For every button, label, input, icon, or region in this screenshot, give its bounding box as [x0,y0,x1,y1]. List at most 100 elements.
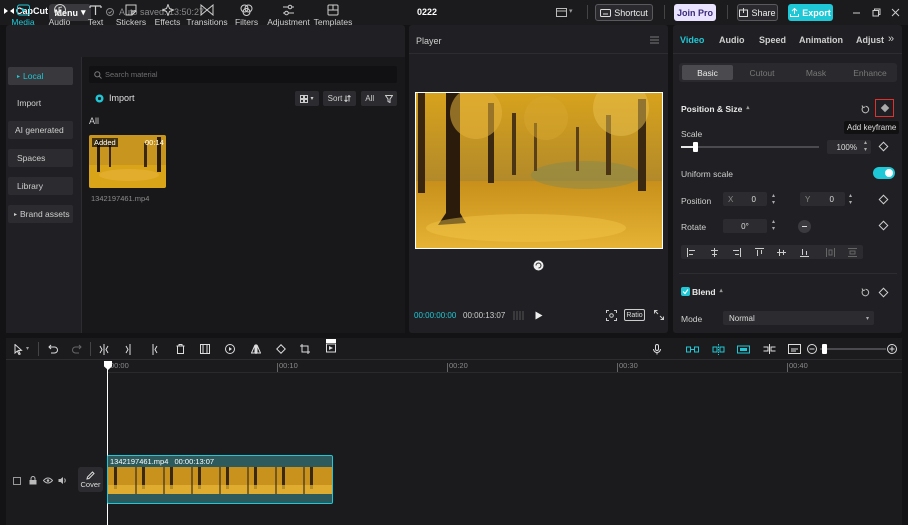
subtab-enhance[interactable]: Enhance [845,65,895,80]
position-x-input[interactable]: X 0 [723,192,767,206]
split-left-icon[interactable] [123,343,135,355]
all-filter-button[interactable]: All [361,91,397,106]
import-button[interactable]: Import [95,93,135,103]
nav-item-local[interactable]: ▸ Local [8,67,73,85]
prop-tab-speed[interactable]: Speed [759,35,786,45]
fit-screen-icon[interactable] [605,309,617,321]
delete-icon[interactable] [174,343,186,355]
scale-slider-thumb[interactable] [692,142,698,152]
fullscreen-icon[interactable] [653,309,665,321]
align-bottom-icon[interactable] [799,247,809,257]
nav-item-import[interactable]: Import [8,94,73,112]
shortcut-button[interactable]: Shortcut [595,4,653,21]
blend-checkbox[interactable] [681,287,690,296]
search-input[interactable]: Search material [89,66,397,83]
ratio-button[interactable]: Ratio [624,309,645,321]
speaker-icon[interactable] [58,476,68,485]
microphone-icon[interactable] [651,343,663,355]
zoom-slider-thumb[interactable] [822,344,827,354]
add-keyframe-button[interactable] [875,99,894,117]
rotate-stepper-icon[interactable]: ▴ ▾ [772,219,775,233]
rotate-handle-icon[interactable] [532,259,544,271]
tab-effects[interactable]: Effects [154,4,181,30]
track-visibility-icon[interactable] [12,476,21,485]
position-y-input[interactable]: Y 0 [800,192,845,206]
chevrons-right-icon[interactable]: » [888,33,894,45]
blend-mode-select[interactable]: Normal ▾ [723,311,874,325]
reset-icon[interactable] [860,104,870,114]
prop-tab-adjust[interactable]: Adjust [856,35,884,45]
project-title[interactable]: 0222 [417,7,437,17]
zoom-in-icon[interactable] [886,343,898,355]
zoom-slider-track[interactable] [820,348,886,350]
blend-section-header[interactable]: Blend ▴ [692,287,723,297]
subtab-cutout[interactable]: Cutout [737,65,787,80]
uniform-scale-toggle[interactable] [873,167,895,179]
export-button[interactable]: Export [788,4,833,21]
align-left-icon[interactable] [686,247,696,257]
prop-tab-video[interactable]: Video [680,35,704,45]
eye-icon[interactable] [43,476,53,485]
prop-tab-audio[interactable]: Audio [719,35,745,45]
preview-axis-icon[interactable] [762,343,776,355]
freeze-icon[interactable] [199,343,211,355]
zoom-out-icon[interactable] [806,343,818,355]
auto-snap-icon[interactable] [711,343,725,355]
subtab-basic[interactable]: Basic [682,65,733,80]
video-preview[interactable] [415,92,663,249]
tab-filters[interactable]: Filters [235,4,258,30]
share-button[interactable]: Share [737,4,778,21]
cover-button[interactable]: Cover [78,467,103,492]
nav-item-brand-assets[interactable]: ▸ Brand assets [8,205,73,223]
lock-icon[interactable] [28,476,37,485]
pos-x-stepper-icon[interactable]: ▴ ▾ [772,193,775,207]
align-center-v-icon[interactable] [776,247,786,257]
select-cursor-icon[interactable] [12,343,24,355]
view-grid-button[interactable]: ▾ [295,91,319,106]
chevron-down-icon[interactable]: ▾ [26,345,29,352]
tab-adjustment[interactable]: Adjustment [267,4,310,30]
tab-stickers[interactable]: Stickers [115,4,147,30]
mirror-icon[interactable] [250,343,262,355]
player-menu-icon[interactable] [649,35,659,45]
layout-chevron-icon[interactable]: ▾ [569,7,573,15]
close-icon[interactable] [889,6,901,18]
split-icon[interactable] [98,343,110,355]
pro-feature-icon[interactable] [325,339,337,353]
tab-media[interactable]: Media [10,4,36,30]
join-pro-button[interactable]: Join Pro [674,4,716,21]
nav-item-library[interactable]: Library [8,177,73,195]
main-track-magnet-icon[interactable] [685,343,699,355]
subtab-mask[interactable]: Mask [791,65,841,80]
distribute-v-icon[interactable] [847,247,857,257]
tab-transitions[interactable]: Transitions [186,4,228,30]
split-right-icon[interactable] [148,343,160,355]
screen-caption-icon[interactable] [787,343,801,355]
align-center-h-icon[interactable] [709,247,719,257]
rotate-icon[interactable] [275,343,287,355]
section-position-size[interactable]: Position & Size ▴ [681,104,749,114]
rotate-dial[interactable] [798,220,811,233]
sort-button[interactable]: Sort [323,91,356,106]
tab-text[interactable]: Text [86,4,105,30]
play-icon[interactable] [534,310,544,320]
distribute-h-icon[interactable] [825,247,835,257]
scale-stepper-icon[interactable]: ▴ ▾ [864,140,867,154]
scale-slider-track[interactable] [681,146,819,148]
tab-audio[interactable]: Audio [47,4,72,30]
layout-icon[interactable] [555,7,567,17]
linkage-icon[interactable] [736,343,750,355]
redo-icon[interactable] [71,343,83,355]
timeline-view-icon[interactable] [512,310,524,320]
reverse-icon[interactable] [224,343,236,355]
time-ruler[interactable] [107,372,902,373]
restore-icon[interactable] [870,6,882,18]
tab-templates[interactable]: Templates [314,4,352,30]
nav-item-ai-generated[interactable]: AI generated [8,121,73,139]
prop-tab-animation[interactable]: Animation [799,35,843,45]
nav-item-spaces[interactable]: Spaces [8,149,73,167]
align-top-icon[interactable] [754,247,764,257]
align-right-icon[interactable] [731,247,741,257]
minimize-icon[interactable] [850,6,862,18]
reset-icon[interactable] [860,287,870,297]
